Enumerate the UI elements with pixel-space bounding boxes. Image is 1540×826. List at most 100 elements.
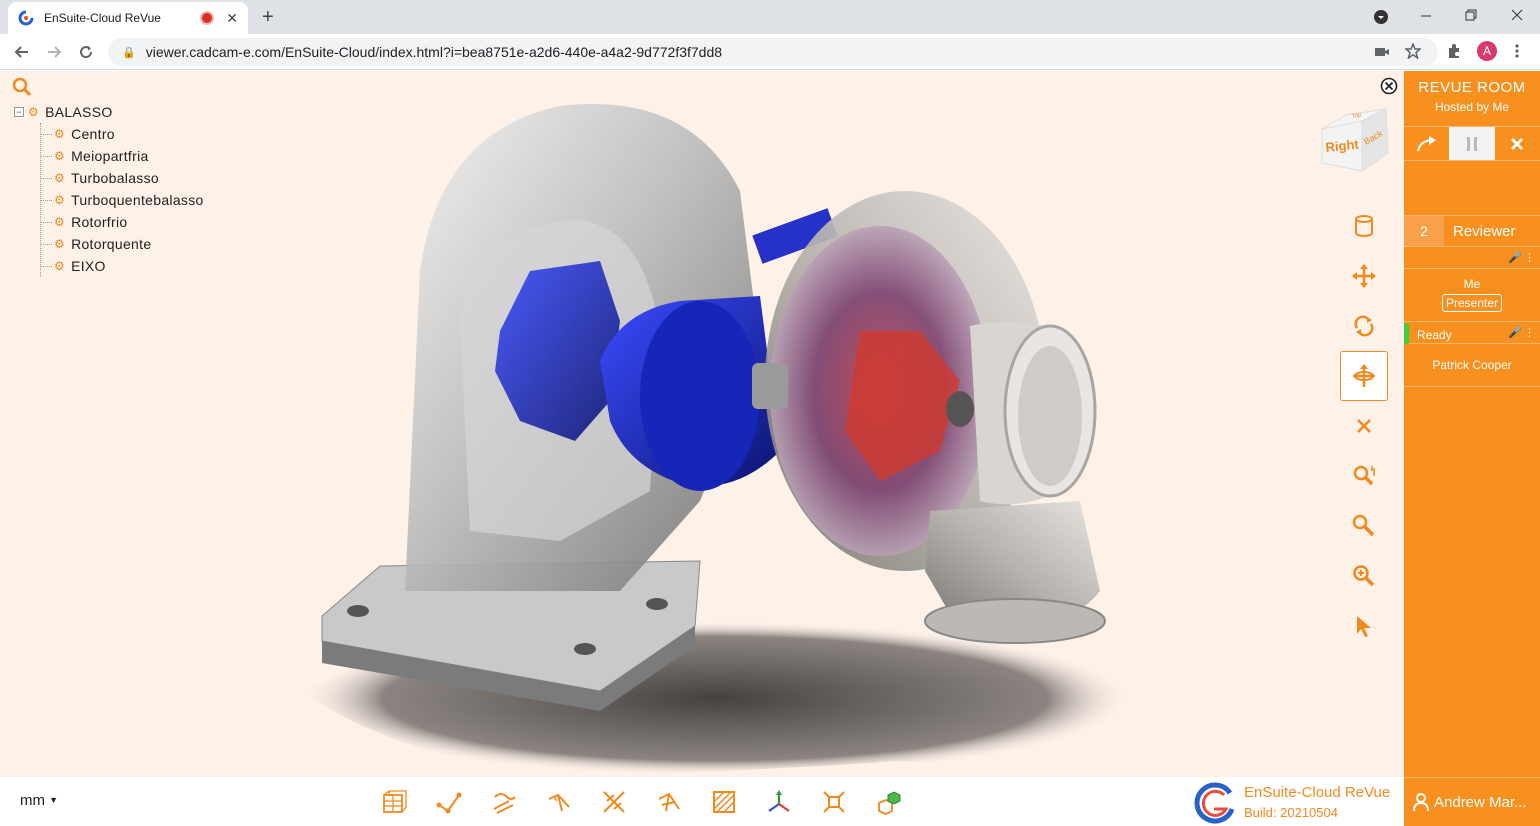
- tool-transform[interactable]: [861, 787, 916, 817]
- cursor-icon: [1357, 616, 1371, 637]
- units-dropdown[interactable]: mm ▼: [20, 792, 58, 809]
- current-user[interactable]: Andrew Mar...: [1404, 777, 1540, 826]
- bottom-toolbar: mm ▼ EnSuite-Cloud ReVue Build: 20210504: [0, 777, 1404, 826]
- tool-explode[interactable]: [806, 787, 861, 817]
- tree-item[interactable]: ⚙ Centro: [14, 123, 204, 145]
- browser-tab-bar: EnSuite-Cloud ReVue ✕ +: [0, 0, 1540, 34]
- explode-icon: [822, 791, 845, 813]
- revue-app: − ⚙ BALASSO ⚙ Centro ⚙ Meiopartfria ⚙ Turbo…: [0, 71, 1540, 826]
- minimize-icon[interactable]: [1420, 10, 1432, 22]
- room-controls: [1404, 127, 1540, 161]
- back-arrow-icon[interactable]: [14, 44, 30, 60]
- reviewer-header: 2 Reviewer: [1404, 215, 1540, 247]
- transform-cube-icon: [877, 791, 900, 815]
- leave-room-button[interactable]: [1495, 127, 1540, 160]
- navigation-cube[interactable]: Right Back Top: [1316, 101, 1394, 179]
- pause-button[interactable]: [1449, 127, 1495, 160]
- tree-item-label: Centro: [71, 126, 115, 142]
- tool-volume[interactable]: [1340, 201, 1388, 251]
- microphone-icon[interactable]: 🎤: [1508, 326, 1522, 339]
- orbit-icon: [1353, 364, 1375, 387]
- profile-avatar[interactable]: A: [1477, 41, 1497, 61]
- member-name: Patrick Cooper: [1432, 358, 1512, 372]
- microphone-icon[interactable]: 🎤: [1508, 251, 1522, 264]
- tool-zoom-window[interactable]: [1340, 451, 1388, 501]
- tool-zoom[interactable]: [1340, 501, 1388, 551]
- member-menu-icon[interactable]: ⋮: [1524, 326, 1535, 339]
- url-text: viewer.cadcam-e.com/EnSuite-Cloud/index.…: [145, 44, 723, 60]
- kebab-menu-icon[interactable]: [1514, 43, 1520, 59]
- tree-item-label: Rotorfrio: [71, 214, 128, 230]
- tree-item[interactable]: ⚙ Rotorquente: [14, 233, 204, 255]
- tool-area[interactable]: [696, 787, 751, 817]
- bookmark-star-icon[interactable]: [1405, 43, 1421, 59]
- recording-indicator-icon: [200, 11, 215, 25]
- collapse-toggle-icon[interactable]: −: [14, 107, 24, 117]
- room-header: REVUE ROOM Hosted by Me: [1404, 71, 1540, 127]
- ready-label: Ready: [1417, 328, 1452, 342]
- tool-point-distance[interactable]: [421, 787, 476, 817]
- tree-item[interactable]: ⚙ EIXO: [14, 255, 204, 277]
- member-menu-icon[interactable]: ⋮: [1524, 251, 1535, 264]
- reviewer-count: 2: [1404, 216, 1444, 246]
- search-icon[interactable]: [12, 77, 32, 97]
- part-gear-icon: ⚙: [54, 127, 66, 141]
- tool-angle[interactable]: [531, 787, 586, 817]
- tool-line-distance[interactable]: [586, 787, 641, 817]
- reload-icon[interactable]: [78, 44, 94, 60]
- restore-icon[interactable]: [1465, 9, 1477, 21]
- ensuite-favicon-icon: [18, 10, 34, 26]
- extensions-icon[interactable]: [1446, 43, 1462, 59]
- tab-title: EnSuite-Cloud ReVue: [44, 11, 161, 25]
- assembly-icon: ⚙: [28, 105, 40, 119]
- tool-axes[interactable]: [751, 787, 806, 817]
- tool-orbit[interactable]: [1340, 351, 1388, 401]
- tree-item[interactable]: ⚙ Turboquentebalasso: [14, 189, 204, 211]
- tab-close-icon[interactable]: ✕: [226, 10, 238, 27]
- address-bar[interactable]: 🔒 viewer.cadcam-e.com/EnSuite-Cloud/inde…: [108, 38, 1438, 66]
- hosted-by: Hosted by Me: [1434, 100, 1510, 114]
- lock-icon: 🔒: [122, 46, 136, 59]
- ensuite-logo: [1194, 782, 1235, 824]
- zoom-fit-icon: [1353, 565, 1375, 587]
- tool-normal[interactable]: [641, 787, 696, 817]
- tree-root[interactable]: − ⚙ BALASSO: [14, 101, 204, 123]
- tree-item-label: Turboquentebalasso: [71, 192, 204, 208]
- forward-arrow-icon[interactable]: [46, 44, 62, 60]
- tool-zoom-fit[interactable]: [1340, 551, 1388, 601]
- x-icon: [1357, 419, 1371, 433]
- tree-item[interactable]: ⚙ Rotorfrio: [14, 211, 204, 233]
- part-gear-icon: ⚙: [54, 149, 66, 163]
- tool-edge-measure[interactable]: [476, 787, 531, 817]
- share-button[interactable]: [1404, 127, 1449, 160]
- area-hatch-icon: [712, 791, 735, 813]
- tree-item[interactable]: ⚙ Turbobalasso: [14, 167, 204, 189]
- member-patrick[interactable]: Patrick Cooper: [1404, 345, 1540, 387]
- ready-indicator: [1404, 324, 1409, 344]
- tool-section-box[interactable]: [366, 787, 421, 817]
- user-icon: [1413, 793, 1429, 812]
- close-icon: [1511, 137, 1524, 150]
- edge-measure-icon: [493, 793, 516, 814]
- tool-clear[interactable]: [1340, 401, 1388, 451]
- zoom-icon: [1352, 514, 1375, 537]
- camera-icon[interactable]: [1374, 45, 1390, 59]
- normal-measure-icon: [658, 792, 680, 812]
- media-control-icon[interactable]: [1373, 9, 1389, 25]
- 3d-viewer[interactable]: − ⚙ BALASSO ⚙ Centro ⚙ Meiopartfria ⚙ Turbo…: [0, 71, 1404, 777]
- member-me[interactable]: Me Presenter: [1404, 270, 1540, 322]
- section-box-icon: [382, 790, 407, 813]
- member-status-row: Ready 🎤 ⋮: [1404, 324, 1540, 344]
- close-window-icon[interactable]: [1511, 9, 1523, 21]
- pause-icon: [1466, 136, 1477, 151]
- tool-select[interactable]: [1340, 601, 1388, 651]
- tool-pan[interactable]: [1340, 251, 1388, 301]
- close-circle-icon[interactable]: [1380, 77, 1398, 95]
- tool-rotate[interactable]: [1340, 301, 1388, 351]
- turbocharger-model[interactable]: [0, 71, 1404, 777]
- new-tab-button[interactable]: +: [262, 6, 274, 29]
- browser-tab[interactable]: EnSuite-Cloud ReVue ✕: [8, 2, 248, 34]
- measure-tools: [366, 787, 916, 817]
- part-gear-icon: ⚙: [54, 237, 66, 251]
- tree-item[interactable]: ⚙ Meiopartfria: [14, 145, 204, 167]
